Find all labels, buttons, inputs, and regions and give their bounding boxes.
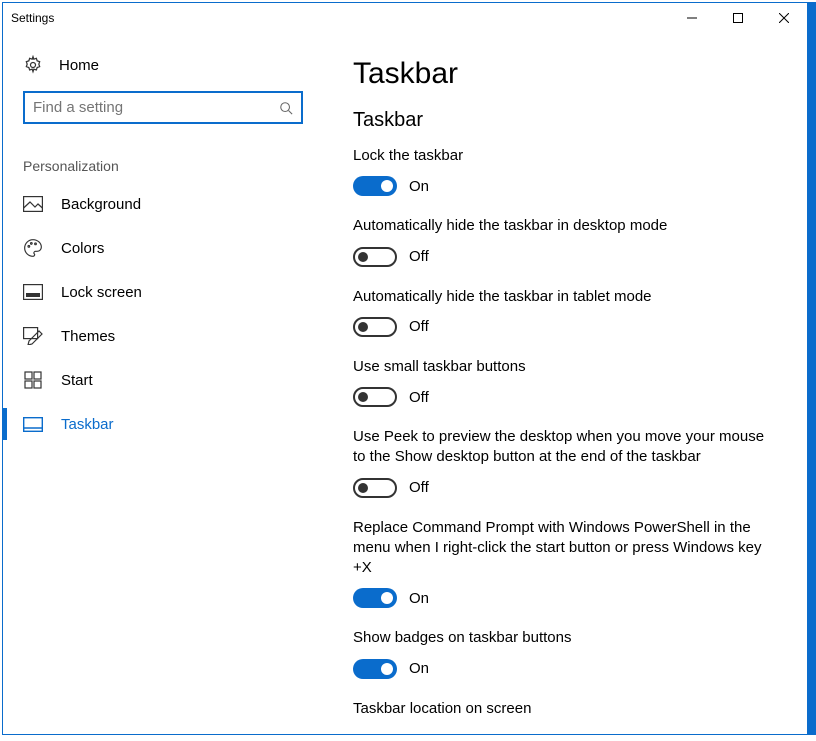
toggle-state: On <box>409 660 429 677</box>
section-title: Personalization <box>3 140 323 182</box>
setting-powershell: Replace Command Prompt with Windows Powe… <box>353 518 777 609</box>
setting-label: Lock the taskbar <box>353 146 777 166</box>
sidebar-item-start[interactable]: Start <box>3 358 323 402</box>
gear-icon <box>23 55 43 75</box>
setting-peek-preview: Use Peek to preview the desktop when you… <box>353 427 777 498</box>
settings-window: Settings Home <box>2 2 808 735</box>
window-title: Settings <box>11 11 54 25</box>
setting-autohide-tablet: Automatically hide the taskbar in tablet… <box>353 287 777 337</box>
minimize-button[interactable] <box>669 3 715 33</box>
sub-heading: Taskbar <box>353 109 777 132</box>
titlebar: Settings <box>3 3 807 33</box>
setting-lock-taskbar: Lock the taskbar On <box>353 146 777 196</box>
sidebar-item-taskbar[interactable]: Taskbar <box>3 402 323 446</box>
setting-badges: Show badges on taskbar buttons On <box>353 628 777 678</box>
sidebar-item-label: Lock screen <box>61 284 142 301</box>
toggle-state: On <box>409 178 429 195</box>
search-input[interactable] <box>33 99 279 116</box>
sidebar-item-label: Taskbar <box>61 416 114 433</box>
setting-label: Automatically hide the taskbar in deskto… <box>353 216 777 236</box>
setting-autohide-desktop: Automatically hide the taskbar in deskto… <box>353 216 777 266</box>
toggle-lock-taskbar[interactable] <box>353 176 397 196</box>
sidebar-item-label: Start <box>61 372 93 389</box>
toggle-state: On <box>409 590 429 607</box>
toggle-state: Off <box>409 389 429 406</box>
picture-icon <box>23 194 43 214</box>
toggle-small-buttons[interactable] <box>353 387 397 407</box>
toggle-state: Off <box>409 479 429 496</box>
start-icon <box>23 370 43 390</box>
setting-small-buttons: Use small taskbar buttons Off <box>353 357 777 407</box>
search-icon <box>279 101 293 115</box>
sidebar-item-colors[interactable]: Colors <box>3 226 323 270</box>
toggle-badges[interactable] <box>353 659 397 679</box>
sidebar-item-themes[interactable]: Themes <box>3 314 323 358</box>
toggle-state: Off <box>409 318 429 335</box>
home-label: Home <box>59 57 99 74</box>
home-nav[interactable]: Home <box>3 45 323 85</box>
close-button[interactable] <box>761 3 807 33</box>
maximize-button[interactable] <box>715 3 761 33</box>
sidebar-item-lockscreen[interactable]: Lock screen <box>3 270 323 314</box>
toggle-powershell[interactable] <box>353 588 397 608</box>
main-panel: Taskbar Taskbar Lock the taskbar On Auto… <box>323 33 807 734</box>
toggle-peek-preview[interactable] <box>353 478 397 498</box>
toggle-autohide-tablet[interactable] <box>353 317 397 337</box>
window-controls <box>669 3 807 33</box>
setting-taskbar-location: Taskbar location on screen <box>353 699 777 719</box>
sidebar-item-label: Colors <box>61 240 104 257</box>
lockscreen-icon <box>23 282 43 302</box>
sidebar-item-label: Background <box>61 196 141 213</box>
sidebar: Home Personalization Background <box>3 33 323 734</box>
setting-label: Taskbar location on screen <box>353 699 777 719</box>
taskbar-icon <box>23 414 43 434</box>
sidebar-item-background[interactable]: Background <box>3 182 323 226</box>
toggle-autohide-desktop[interactable] <box>353 247 397 267</box>
page-title: Taskbar <box>353 57 777 91</box>
palette-icon <box>23 238 43 258</box>
search-box[interactable] <box>23 91 303 124</box>
sidebar-item-label: Themes <box>61 328 115 345</box>
setting-label: Show badges on taskbar buttons <box>353 628 777 648</box>
setting-label: Use small taskbar buttons <box>353 357 777 377</box>
themes-icon <box>23 326 43 346</box>
toggle-state: Off <box>409 248 429 265</box>
desktop-edge <box>808 2 816 735</box>
setting-label: Automatically hide the taskbar in tablet… <box>353 287 777 307</box>
setting-label: Use Peek to preview the desktop when you… <box>353 427 777 468</box>
setting-label: Replace Command Prompt with Windows Powe… <box>353 518 777 579</box>
